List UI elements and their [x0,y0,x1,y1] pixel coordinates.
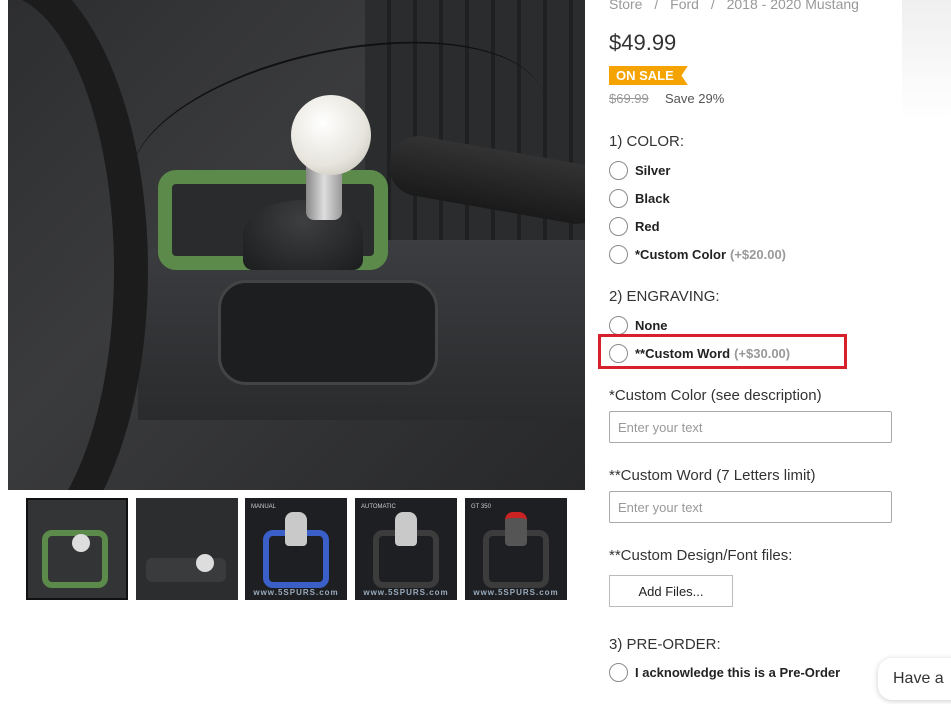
option-label: I acknowledge this is a Pre-Order [635,664,841,680]
color-option-red[interactable]: Red [609,216,660,236]
highlight-box [598,334,847,369]
radio-button[interactable] [609,216,628,236]
product-price: $49.99 [609,30,677,55]
thumbnail-knob [505,512,527,546]
thumbnail-1[interactable] [26,498,128,600]
thumbnail-tag: AUTOMATIC [361,504,396,510]
thumbnail-brand: www.5SPURS.com [473,588,559,597]
radio-button[interactable] [609,244,628,264]
breadcrumb-separator: / [710,0,715,12]
color-section-title: 1) COLOR: [609,133,685,150]
option-label: *Custom Color [635,246,726,262]
radio-button[interactable] [609,662,628,682]
thumbnail-knob [395,512,417,546]
thumbnail-2[interactable] [136,498,238,600]
thumbnail-brand: www.5SPURS.com [253,588,339,597]
savings-text: Save 29% [665,91,725,106]
engraving-option-none[interactable]: None [609,315,668,335]
option-label: None [635,317,668,333]
breadcrumb-link-store[interactable]: Store [609,0,642,12]
radio-button[interactable] [609,188,628,208]
thumbnail-3[interactable]: MANUAL www.5SPURS.com [245,498,347,600]
thumbnail-knob [72,534,90,552]
radio-button[interactable] [609,315,628,335]
preorder-acknowledge-option[interactable]: I acknowledge this is a Pre-Order [609,662,840,682]
custom-color-input[interactable] [609,411,892,443]
engraving-section-title: 2) ENGRAVING: [609,288,720,305]
add-files-button[interactable]: Add Files... [609,575,733,607]
steering-wheel-graphic [8,0,148,490]
thumbnail-strip: MANUAL www.5SPURS.com AUTOMATIC www.5SPU… [26,498,571,600]
color-option-black[interactable]: Black [609,188,670,208]
thumbnail-knob [285,512,307,546]
thumbnail-tag: GT 350 [471,504,491,510]
option-price-extra: (+$20.00) [730,246,787,262]
original-price: $69.99 [609,91,649,106]
radio-button[interactable] [609,160,628,180]
shift-knob-graphic [291,95,371,175]
breadcrumb-link-ford[interactable]: Ford [670,0,699,12]
custom-word-label: **Custom Word (7 Letters limit) [609,467,816,484]
thumbnail-brand: www.5SPURS.com [363,588,449,597]
thumbnail-knob [196,554,214,572]
breadcrumb: Store / Ford / 2018 - 2020 Mustang [609,0,867,12]
sale-badge: ON SALE [609,66,688,85]
thumbnail-tag: MANUAL [251,504,277,510]
shift-boot-graphic [243,200,363,270]
thumbnail-5[interactable]: GT 350 www.5SPURS.com [465,498,567,600]
chat-widget-button[interactable]: Have a [878,658,951,700]
thumbnail-console [146,558,226,582]
custom-color-label: *Custom Color (see description) [609,387,822,404]
background-shade [902,0,951,120]
option-label: Silver [635,162,671,178]
thumbnail-4[interactable]: AUTOMATIC www.5SPURS.com [355,498,457,600]
option-label: Black [635,190,670,206]
color-option-custom[interactable]: *Custom Color (+$20.00) [609,244,786,264]
color-option-silver[interactable]: Silver [609,160,670,180]
breadcrumb-separator: / [654,0,659,12]
breadcrumb-link-mustang[interactable]: 2018 - 2020 Mustang [727,0,859,12]
main-product-image[interactable] [8,0,585,490]
custom-word-input[interactable] [609,491,892,523]
preorder-section-title: 3) PRE-ORDER: [609,636,721,653]
option-label: Red [635,218,660,234]
design-files-label: **Custom Design/Font files: [609,547,793,564]
console-bin-graphic [218,280,438,385]
